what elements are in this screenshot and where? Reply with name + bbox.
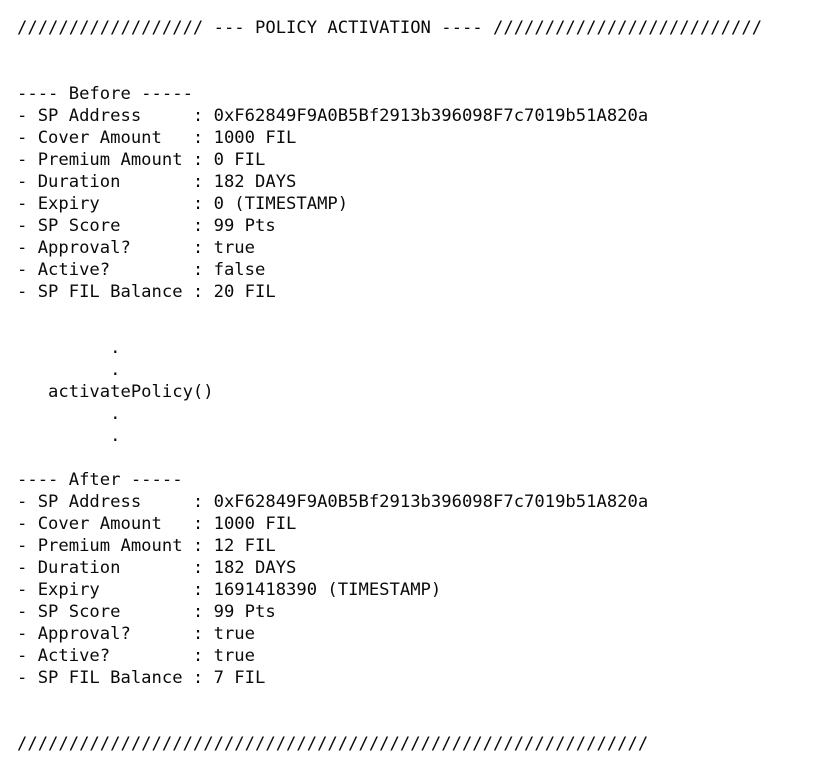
after-row-expiry: - Expiry : 1691418390 (TIMESTAMP) — [17, 580, 442, 600]
flow-dot-after-1: . — [17, 404, 121, 424]
before-row-active: - Active? : false — [17, 260, 266, 280]
before-row-duration: - Duration : 182 DAYS — [17, 172, 297, 192]
before-row-sp-address: - SP Address : 0xF62849F9A0B5Bf2913b3960… — [17, 106, 649, 126]
before-row-cover-amount: - Cover Amount : 1000 FIL — [17, 128, 297, 148]
flow-after-spacer — [17, 447, 828, 469]
after-row-sp-fil-balance: - SP FIL Balance : 7 FIL — [17, 668, 266, 688]
after-row-approval: - Approval? : true — [17, 624, 255, 644]
footer-rule-line: ////////////////////////////////////////… — [17, 734, 649, 754]
before-section-heading: ---- Before ----- — [17, 84, 193, 104]
after-row-sp-score: - SP Score : 99 Pts — [17, 602, 276, 622]
after-section-heading: ---- After ----- — [17, 470, 183, 490]
console-output: ////////////////// --- POLICY ACTIVATION… — [0, 0, 828, 776]
after-row-sp-address: - SP Address : 0xF62849F9A0B5Bf2913b3960… — [17, 492, 649, 512]
flow-dot-before-2: . — [17, 360, 121, 380]
footer-spacer — [17, 689, 828, 733]
after-row-premium-amount: - Premium Amount : 12 FIL — [17, 536, 276, 556]
header-rule-line: ////////////////// --- POLICY ACTIVATION… — [17, 18, 763, 38]
before-row-approval: - Approval? : true — [17, 238, 255, 258]
flow-call-activate-policy: activatePolicy() — [17, 382, 214, 402]
after-row-cover-amount: - Cover Amount : 1000 FIL — [17, 514, 297, 534]
before-row-expiry: - Expiry : 0 (TIMESTAMP) — [17, 194, 349, 214]
flow-dot-before-1: . — [17, 338, 121, 358]
before-row-premium-amount: - Premium Amount : 0 FIL — [17, 150, 266, 170]
before-row-sp-fil-balance: - SP FIL Balance : 20 FIL — [17, 282, 276, 302]
before-flow-spacer — [17, 303, 828, 337]
flow-dot-after-2: . — [17, 426, 121, 446]
after-row-active: - Active? : true — [17, 646, 255, 666]
after-row-duration: - Duration : 182 DAYS — [17, 558, 297, 578]
before-row-sp-score: - SP Score : 99 Pts — [17, 216, 276, 236]
header-spacer — [17, 39, 828, 83]
